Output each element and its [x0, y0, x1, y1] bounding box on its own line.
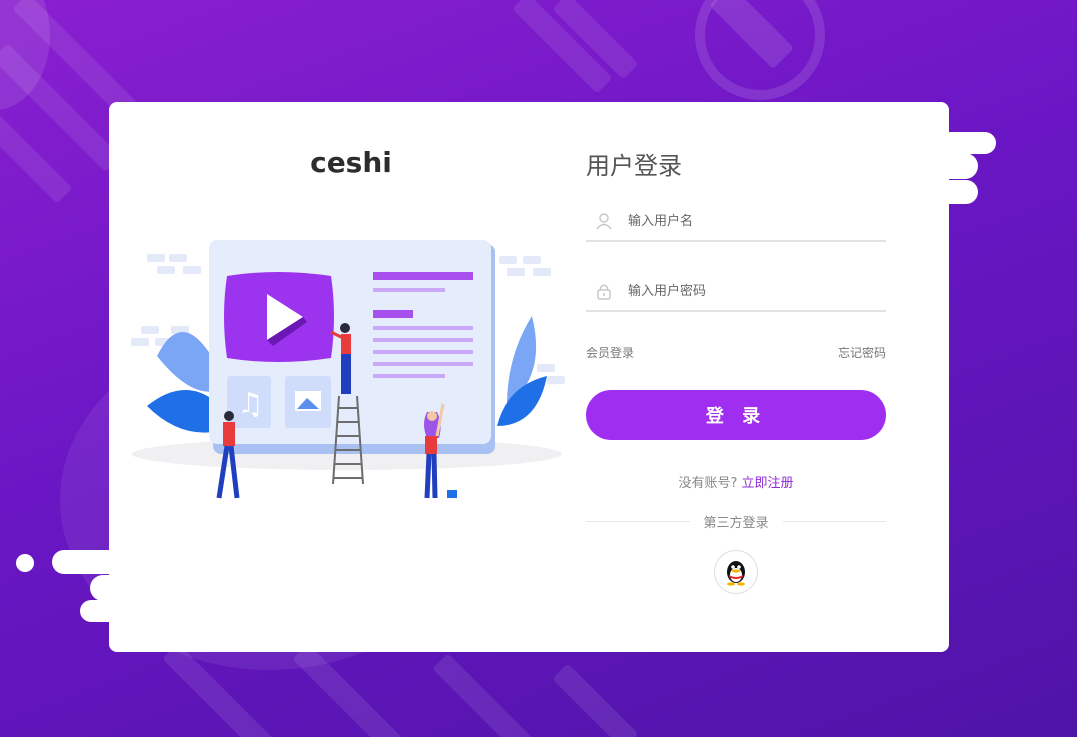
- divider-line: [586, 521, 690, 522]
- login-card: ceshi ♫ 用户登录 输入用户名 会员登录 忘记密码 登 录 没有账号? 立…: [109, 102, 949, 652]
- username-field[interactable]: [586, 202, 886, 242]
- password-input[interactable]: [626, 282, 870, 300]
- member-login-link[interactable]: 会员登录: [586, 344, 634, 361]
- register-prompt: 没有账号? 立即注册: [586, 472, 886, 491]
- forgot-password-link[interactable]: 忘记密码: [838, 344, 886, 361]
- video-content-illustration: ♫: [131, 240, 565, 499]
- brand-title: ceshi: [310, 146, 392, 179]
- password-field[interactable]: [586, 272, 886, 312]
- qq-penguin-icon: [727, 561, 745, 586]
- lock-icon: [592, 279, 616, 303]
- register-link[interactable]: 立即注册: [742, 476, 794, 491]
- no-account-text: 没有账号?: [678, 476, 738, 491]
- login-title: 用户登录: [586, 152, 682, 180]
- login-options: 会员登录 忘记密码: [586, 344, 886, 361]
- qq-login-button[interactable]: [714, 550, 758, 594]
- username-input[interactable]: [626, 212, 870, 230]
- third-party-label: 第三方登录: [703, 516, 769, 531]
- login-button[interactable]: 登 录: [586, 390, 886, 440]
- third-party-divider: 第三方登录: [586, 512, 887, 531]
- user-icon: [592, 209, 616, 233]
- divider-line: [782, 521, 887, 522]
